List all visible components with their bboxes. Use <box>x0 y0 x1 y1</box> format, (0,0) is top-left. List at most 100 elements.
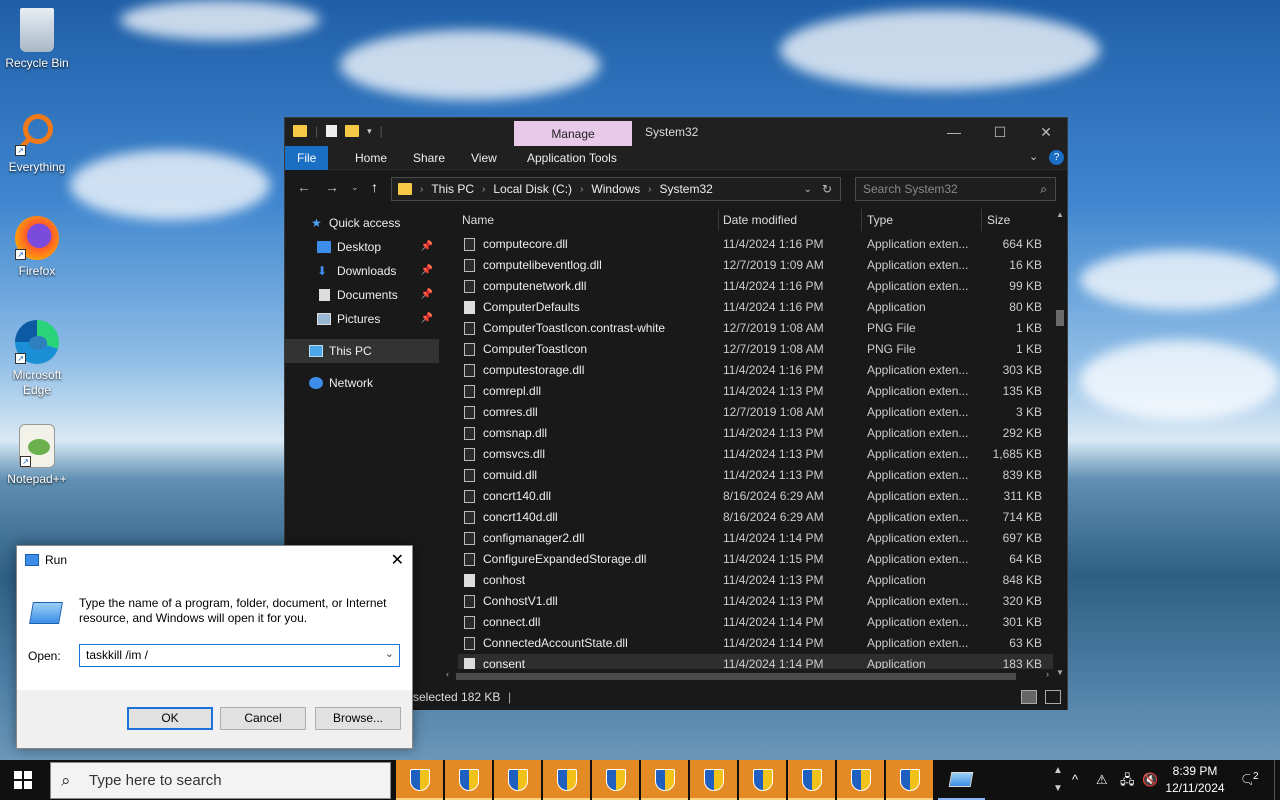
table-row[interactable]: comres.dll 12/7/2019 1:08 AM Application e… <box>458 402 1054 423</box>
taskbar-app-button[interactable] <box>837 760 884 800</box>
nav-network[interactable]: Network <box>285 371 439 395</box>
scroll-left-icon[interactable]: ‹ <box>446 669 449 679</box>
taskbar-app-button[interactable] <box>494 760 541 800</box>
refresh-icon[interactable]: ↻ <box>822 182 832 196</box>
notifications-icon[interactable]: 🗨 2 <box>1240 760 1262 800</box>
taskbar-scroll-icon[interactable]: ▲ ▼ <box>1052 762 1064 798</box>
search-box[interactable]: Search System32 ⌕ <box>855 177 1056 201</box>
minimize-button[interactable]: — <box>931 118 977 146</box>
tab-home[interactable]: Home <box>345 146 397 170</box>
properties-icon[interactable] <box>326 125 338 137</box>
windows-start-icon[interactable] <box>14 771 32 789</box>
run-command-input[interactable]: taskkill /im / ⌄ <box>79 644 400 667</box>
table-row[interactable]: ConhostV1.dll 11/4/2024 1:13 PM Applicatio… <box>458 591 1054 612</box>
volume-muted-icon[interactable]: 🔇 <box>1142 760 1158 800</box>
tab-file[interactable]: File <box>285 146 329 170</box>
large-icons-view-icon[interactable] <box>1045 690 1061 704</box>
table-row[interactable]: concrt140d.dll 8/16/2024 6:29 AM Applicati… <box>458 507 1054 528</box>
address-dropdown-icon[interactable]: ⌄ <box>804 184 812 195</box>
network-status-icon[interactable]: 🖧 <box>1120 760 1135 800</box>
clock[interactable]: 8:39 PM 12/11/2024 <box>1160 763 1230 797</box>
run-title-bar[interactable]: Run ✕ <box>17 546 412 574</box>
table-row[interactable]: comsnap.dll 11/4/2024 1:13 PM Application … <box>458 423 1054 444</box>
breadcrumb-system32[interactable]: System32 <box>659 182 712 196</box>
taskbar-search-box[interactable]: ⌕ Type here to search <box>50 762 391 799</box>
table-row[interactable]: comsvcs.dll 11/4/2024 1:13 PM Application … <box>458 444 1054 465</box>
scroll-down-icon[interactable]: ▼ <box>1056 668 1064 677</box>
desktop-icon-notepadpp[interactable]: ↗ Notepad++ <box>2 424 72 486</box>
taskbar-app-button[interactable] <box>543 760 590 800</box>
taskbar-app-button[interactable] <box>592 760 639 800</box>
desktop-icon-recycle-bin[interactable]: Recycle Bin <box>2 8 72 70</box>
nav-quick-access[interactable]: ★ Quick access <box>285 211 439 235</box>
cancel-button[interactable]: Cancel <box>220 707 306 730</box>
table-row[interactable]: connect.dll 11/4/2024 1:14 PM Application … <box>458 612 1054 633</box>
scroll-up-icon[interactable]: ▲ <box>1056 210 1064 219</box>
close-button[interactable]: ✕ <box>1023 118 1069 146</box>
manage-context-tab[interactable]: Manage <box>514 121 632 146</box>
nav-pictures[interactable]: Pictures 📌 <box>285 307 439 331</box>
breadcrumb-this-pc[interactable]: This PC <box>431 182 474 196</box>
up-arrow-icon[interactable]: ↑ <box>371 179 378 195</box>
recent-locations-icon[interactable]: ⌄ <box>351 182 359 193</box>
taskbar-run-app[interactable] <box>938 760 985 800</box>
column-header-type[interactable]: Type <box>867 209 893 231</box>
show-desktop-button[interactable] <box>1274 760 1280 800</box>
show-hidden-icons[interactable]: ^ <box>1072 760 1078 800</box>
chevron-down-icon[interactable]: ⌄ <box>385 647 394 660</box>
desktop-icon-everything[interactable]: ↗ Everything <box>2 112 72 174</box>
column-header-date[interactable]: Date modified <box>723 209 797 231</box>
taskbar-app-button[interactable] <box>788 760 835 800</box>
scroll-thumb[interactable] <box>456 673 1016 680</box>
table-row[interactable]: ComputerToastIcon.contrast-white 12/7/201… <box>458 318 1054 339</box>
table-row[interactable]: computecore.dll 11/4/2024 1:16 PM Applicat… <box>458 234 1054 255</box>
forward-arrow-icon[interactable]: → <box>325 179 339 195</box>
desktop-icon-firefox[interactable]: ↗ Firefox <box>2 216 72 278</box>
table-row[interactable]: concrt140.dll 8/16/2024 6:29 AM Applicatio… <box>458 486 1054 507</box>
taskbar-app-button[interactable] <box>690 760 737 800</box>
table-row[interactable]: comuid.dll 11/4/2024 1:13 PM Application e… <box>458 465 1054 486</box>
customize-qat-icon[interactable]: ▾ <box>367 126 372 137</box>
taskbar-app-button[interactable] <box>641 760 688 800</box>
expand-ribbon-icon[interactable]: ⌄ <box>1029 150 1038 163</box>
nav-desktop[interactable]: Desktop 📌 <box>285 235 439 259</box>
details-view-icon[interactable] <box>1021 690 1037 704</box>
nav-documents[interactable]: Documents 📌 <box>285 283 439 307</box>
table-row[interactable]: configmanager2.dll 11/4/2024 1:14 PM Appli… <box>458 528 1054 549</box>
tab-share[interactable]: Share <box>403 146 455 170</box>
desktop-icon-edge[interactable]: ↗ Microsoft Edge <box>2 320 72 398</box>
address-bar[interactable]: › This PC › Local Disk (C:) › Windows › … <box>391 177 841 201</box>
scroll-thumb[interactable] <box>1056 310 1064 326</box>
nav-this-pc[interactable]: This PC <box>285 339 439 363</box>
title-bar[interactable]: | ▾ | Manage System32 — ☐ ✕ <box>285 118 1067 146</box>
breadcrumb-local-disk[interactable]: Local Disk (C:) <box>493 182 572 196</box>
table-row[interactable]: conhost 11/4/2024 1:13 PM Application 848 K… <box>458 570 1054 591</box>
taskbar-app-button[interactable] <box>886 760 933 800</box>
table-row[interactable]: ConfigureExpandedStorage.dll 11/4/2024 1:… <box>458 549 1054 570</box>
taskbar-app-button[interactable] <box>739 760 786 800</box>
maximize-button[interactable]: ☐ <box>977 118 1023 146</box>
run-dialog[interactable]: Run ✕ Type the name of a program, folder… <box>16 545 413 749</box>
tab-application-tools[interactable]: Application Tools <box>517 146 627 170</box>
taskbar-app-button[interactable] <box>396 760 443 800</box>
table-row[interactable]: ConnectedAccountState.dll 11/4/2024 1:14 … <box>458 633 1054 654</box>
column-header-name[interactable]: Name <box>462 209 494 231</box>
column-header-size[interactable]: Size <box>987 209 1010 231</box>
browse-button[interactable]: Browse... <box>315 707 401 730</box>
close-icon[interactable]: ✕ <box>391 550 404 570</box>
back-arrow-icon[interactable]: ← <box>297 179 311 195</box>
table-row[interactable]: comrepl.dll 11/4/2024 1:13 PM Application … <box>458 381 1054 402</box>
horizontal-scrollbar[interactable]: ‹ › <box>442 669 1053 683</box>
scroll-right-icon[interactable]: › <box>1046 669 1049 679</box>
table-row[interactable]: computelibeventlog.dll 12/7/2019 1:09 AM A… <box>458 255 1054 276</box>
nav-downloads[interactable]: ⬇ Downloads 📌 <box>285 259 439 283</box>
taskbar-app-button[interactable] <box>445 760 492 800</box>
new-folder-icon[interactable] <box>345 125 360 137</box>
action-center-warning-icon[interactable]: ⚠ <box>1096 760 1108 800</box>
tab-view[interactable]: View <box>461 146 507 170</box>
table-row[interactable]: ComputerToastIcon 12/7/2019 1:08 AM PNG Fi… <box>458 339 1054 360</box>
table-row[interactable]: computenetwork.dll 11/4/2024 1:16 PM Appli… <box>458 276 1054 297</box>
vertical-scrollbar[interactable]: ▲ ▼ <box>1053 206 1067 683</box>
ok-button[interactable]: OK <box>127 707 213 730</box>
table-row[interactable]: computestorage.dll 11/4/2024 1:16 PM Appli… <box>458 360 1054 381</box>
